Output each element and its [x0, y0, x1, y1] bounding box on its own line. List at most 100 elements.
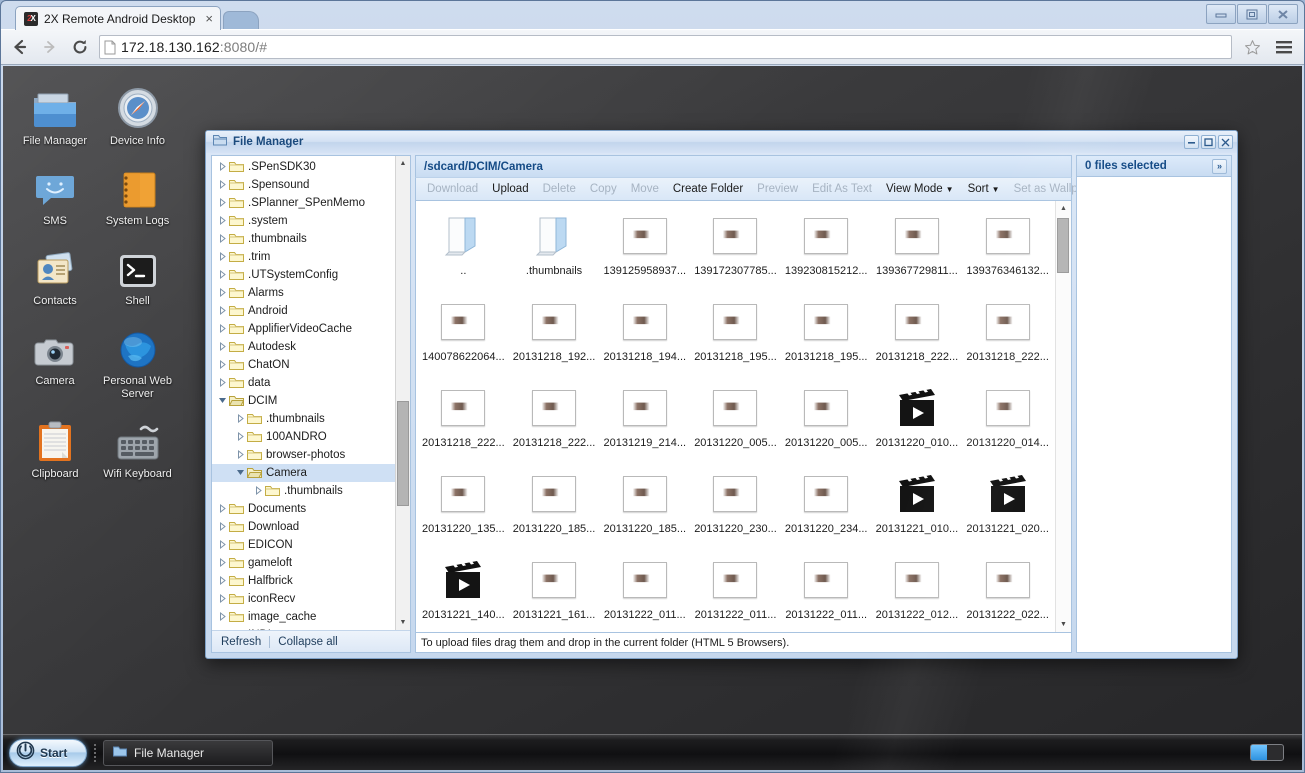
tree-node[interactable]: data [212, 374, 410, 392]
scrollbar-thumb[interactable] [1057, 218, 1069, 273]
expand-collapse-icon-closed[interactable] [216, 323, 229, 335]
scrollbar-thumb[interactable] [397, 401, 409, 506]
tree-node[interactable]: INDI [212, 626, 410, 630]
file-grid-item[interactable]: 20131220_230... [690, 465, 781, 551]
toolbar-button-view-mode[interactable]: View Mode ▼ [879, 183, 961, 195]
tree-node[interactable]: Android [212, 302, 410, 320]
file-grid-item[interactable]: 20131221_161... [509, 551, 600, 632]
file-grid-item[interactable]: 20131218_222... [418, 379, 509, 465]
folder-tree-scrollbar[interactable]: ▲ ▼ [395, 156, 410, 630]
file-grid-item[interactable]: 20131218_222... [872, 293, 963, 379]
file-grid-item[interactable]: 140078622064... [418, 293, 509, 379]
browser-tab[interactable]: 2X 2X Remote Android Desktop × [15, 6, 222, 30]
scroll-up-icon[interactable]: ▲ [1056, 201, 1071, 216]
file-grid-item[interactable]: 20131220_005... [781, 379, 872, 465]
expand-collapse-icon-closed[interactable] [216, 341, 229, 353]
taskbar-item-file-manager[interactable]: File Manager [103, 739, 273, 766]
fm-minimize-button[interactable] [1184, 135, 1199, 149]
toolbar-button-sort[interactable]: Sort ▼ [961, 183, 1007, 195]
file-grid-item[interactable]: 20131218_194... [599, 293, 690, 379]
maximize-button[interactable] [1237, 4, 1267, 24]
file-grid-item[interactable]: 20131218_222... [962, 293, 1053, 379]
file-list-area[interactable]: .. .thumbnails 139125958937... 139172307785… [415, 200, 1072, 633]
desktop-icon-contacts[interactable]: Contacts [15, 238, 95, 308]
tree-node[interactable]: image_cache [212, 608, 410, 626]
desktop-icon-system-logs[interactable]: System Logs [98, 158, 178, 228]
file-grid-item[interactable]: 20131219_214... [599, 379, 690, 465]
expand-collapse-icon-closed[interactable] [216, 557, 229, 569]
toggle-switch[interactable] [1250, 744, 1284, 761]
close-button[interactable] [1268, 4, 1298, 24]
file-grid-item[interactable]: 139230815212... [781, 207, 872, 293]
file-grid-item[interactable]: 139125958937... [599, 207, 690, 293]
expand-collapse-icon-closed[interactable] [216, 611, 229, 623]
file-grid-item[interactable]: 20131220_014... [962, 379, 1053, 465]
desktop-icon-wifi-keyboard[interactable]: Wifi Keyboard [98, 411, 178, 481]
expand-collapse-icon-closed[interactable] [216, 269, 229, 281]
file-grid-item[interactable]: 20131222_012... [872, 551, 963, 632]
tree-node[interactable]: ChatON [212, 356, 410, 374]
tree-node[interactable]: Documents [212, 500, 410, 518]
file-grid-item[interactable]: 20131220_185... [509, 465, 600, 551]
desktop-icon-file-manager[interactable]: File Manager [15, 78, 95, 148]
file-grid-item[interactable]: 20131220_005... [690, 379, 781, 465]
file-grid-item[interactable]: 20131222_011... [599, 551, 690, 632]
file-grid-item[interactable]: 20131218_195... [690, 293, 781, 379]
file-grid-item[interactable]: 20131221_010... [872, 465, 963, 551]
expand-collapse-icon-open[interactable] [216, 396, 229, 407]
tree-node[interactable]: iconRecv [212, 590, 410, 608]
tree-node[interactable]: Download [212, 518, 410, 536]
tree-node[interactable]: Autodesk [212, 338, 410, 356]
file-grid-item[interactable]: 20131220_234... [781, 465, 872, 551]
expand-collapse-icon-closed[interactable] [216, 593, 229, 605]
file-grid-item[interactable]: 20131218_192... [509, 293, 600, 379]
tree-node[interactable]: DCIM [212, 392, 410, 410]
file-grid-item[interactable]: .thumbnails [509, 207, 600, 293]
toolbar-button-upload[interactable]: Upload [485, 183, 535, 195]
close-icon[interactable]: × [205, 11, 213, 26]
desktop-icon-camera[interactable]: Camera [15, 318, 95, 401]
file-list-scrollbar[interactable]: ▲ ▼ [1055, 201, 1071, 632]
expand-collapse-icon-closed[interactable] [234, 449, 247, 461]
bookmark-star-icon[interactable] [1240, 35, 1264, 59]
tree-node[interactable]: .SPlanner_SPenMemo [212, 194, 410, 212]
tree-node[interactable]: .thumbnails [212, 482, 410, 500]
file-grid-item[interactable]: 139376346132... [962, 207, 1053, 293]
desktop-icon-personal-web-server[interactable]: Personal Web Server [98, 318, 178, 401]
file-manager-titlebar[interactable]: File Manager [206, 131, 1237, 153]
back-arrow-icon[interactable] [9, 36, 31, 58]
tree-node[interactable]: 100ANDRO [212, 428, 410, 446]
tree-node[interactable]: gameloft [212, 554, 410, 572]
file-grid-item[interactable]: 20131218_222... [509, 379, 600, 465]
address-bar[interactable]: 172.18.130.162:8080/# [99, 35, 1232, 59]
start-button[interactable]: Start [9, 738, 87, 767]
file-grid-item[interactable]: 20131222_022... [962, 551, 1053, 632]
expand-collapse-icon-closed[interactable] [216, 503, 229, 515]
new-tab-button[interactable] [223, 11, 260, 29]
expand-collapse-icon-closed[interactable] [252, 485, 265, 497]
tree-node[interactable]: Alarms [212, 284, 410, 302]
file-grid-item[interactable]: 20131222_011... [781, 551, 872, 632]
desktop-icon-device-info[interactable]: Device Info [98, 78, 178, 148]
file-grid-item[interactable]: 20131220_185... [599, 465, 690, 551]
file-grid-item[interactable]: 20131218_195... [781, 293, 872, 379]
tree-node[interactable]: .UTSystemConfig [212, 266, 410, 284]
hamburger-menu-icon[interactable] [1272, 35, 1296, 59]
file-grid-item[interactable]: 20131221_020... [962, 465, 1053, 551]
file-grid-item[interactable]: 20131221_140... [418, 551, 509, 632]
tree-node[interactable]: Camera [212, 464, 410, 482]
expand-collapse-icon-closed[interactable] [216, 575, 229, 587]
tree-node[interactable]: .thumbnails [212, 410, 410, 428]
expand-collapse-icon-closed[interactable] [216, 521, 229, 533]
expand-collapse-icon-open[interactable] [234, 468, 247, 479]
expand-collapse-icon-closed[interactable] [216, 197, 229, 209]
desktop-icon-clipboard[interactable]: Clipboard [15, 411, 95, 481]
collapse-all-button[interactable]: Collapse all [278, 636, 337, 648]
tree-node[interactable]: .thumbnails [212, 230, 410, 248]
desktop-icon-shell[interactable]: Shell [98, 238, 178, 308]
tree-node[interactable]: browser-photos [212, 446, 410, 464]
tree-node[interactable]: .SPenSDK30 [212, 158, 410, 176]
expand-collapse-icon-closed[interactable] [216, 629, 229, 630]
expand-collapse-icon-closed[interactable] [216, 179, 229, 191]
scroll-up-icon[interactable]: ▲ [396, 156, 410, 171]
